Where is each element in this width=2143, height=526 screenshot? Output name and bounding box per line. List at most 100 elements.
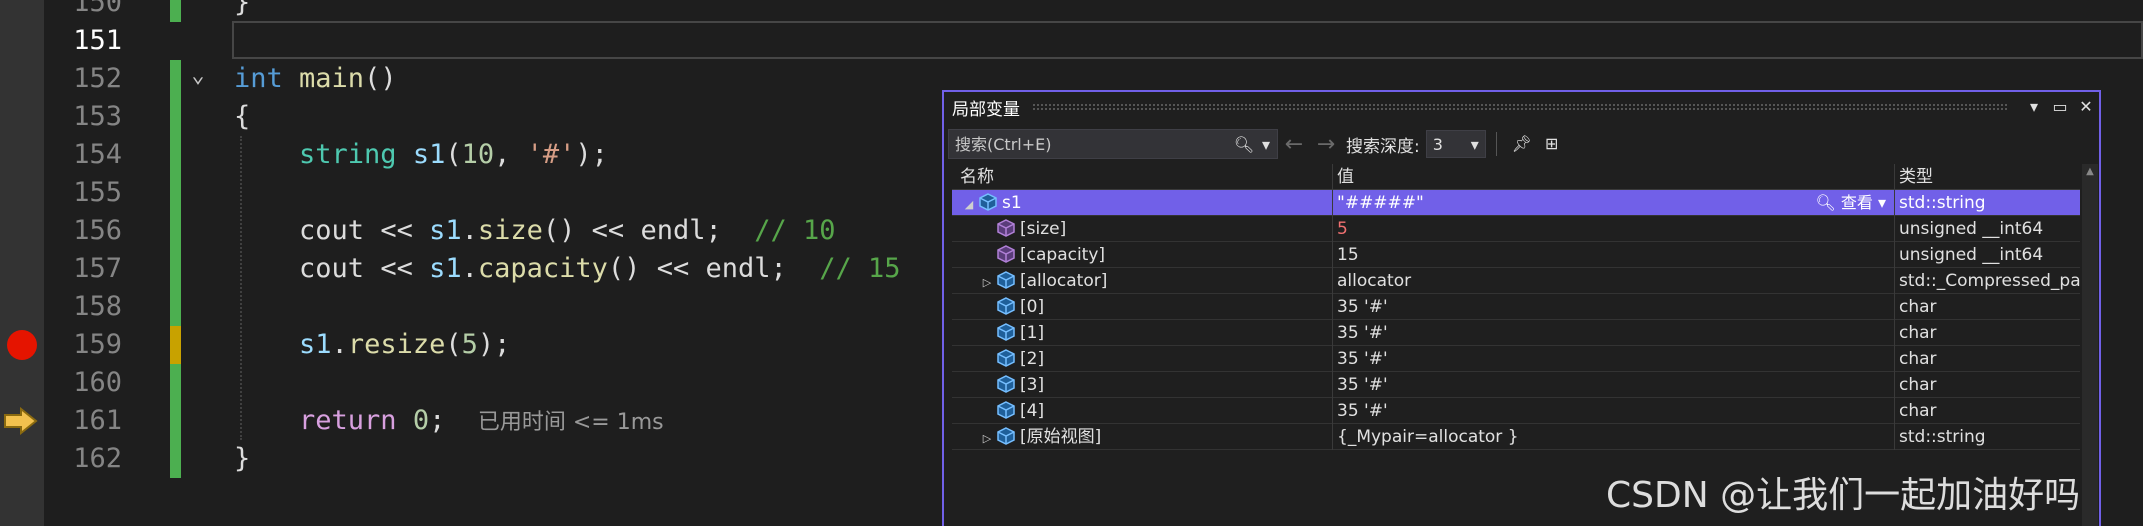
locals-value-cell[interactable]: 35 '#' [1332,346,1892,372]
object-cube-icon [996,271,1016,289]
locals-value-cell[interactable]: 35 '#' [1332,320,1892,346]
object-cube-icon [996,349,1016,367]
vertical-scrollbar[interactable]: ▲ [2082,164,2098,526]
code-line[interactable]: cout << s1.size() << endl; // 10 [234,212,836,250]
variable-value: 35 '#' [1337,375,1388,395]
maximize-icon[interactable]: ▭ [2047,94,2073,120]
expand-toggle-icon[interactable]: ▷ [978,270,996,294]
search-back-arrow-icon[interactable]: ← [1278,132,1310,157]
code-line[interactable]: { [234,98,250,136]
locals-window[interactable]: 局部变量 ▾ ▭ ✕ 🔍︎ ▾ ← → 搜索深度: 3 ▾ 📌︎ ⊞ 名称 值 … [942,90,2101,526]
fold-chevron-icon[interactable]: ⌄ [184,62,212,90]
line-number: 160 [73,367,122,398]
expand-toggle-icon[interactable]: ◢ [960,192,978,216]
search-icon[interactable]: 🔍︎ [1233,135,1255,154]
scroll-up-icon[interactable]: ▲ [2082,164,2098,180]
code-token: cout [234,215,381,246]
code-token: string [234,139,413,170]
code-token: ; [705,215,755,246]
code-line[interactable]: } [234,0,250,22]
object-cube-icon [996,297,1016,315]
window-menu-icon[interactable]: ▾ [2021,94,2047,120]
locals-row[interactable]: [capacity] 15 unsigned __int64 [952,242,2080,268]
locals-value-cell[interactable]: "#####" 🔍︎ 查看 ▾ [1332,190,1892,216]
code-token: ; [770,253,820,284]
locals-row[interactable]: ▷ [allocator] allocator std::_Compressed_pa… [952,268,2080,294]
title-grip[interactable] [1032,103,2009,111]
breakpoint-icon[interactable] [7,330,37,360]
column-name-header[interactable]: 名称 [952,164,1324,190]
locals-row[interactable]: ▷ [原始视图] {_Mypair=allocator } std::string [952,424,2080,450]
search-options-dropdown-icon[interactable]: ▾ [1255,135,1277,154]
locals-type-cell: char [1894,320,2080,346]
variable-value: 15 [1337,245,1359,265]
locals-value-cell[interactable]: allocator [1332,268,1892,294]
column-value-header[interactable]: 值 [1332,164,1892,190]
locals-row[interactable]: [3] 35 '#' char [952,372,2080,398]
instruction-pointer-arrow-icon [3,406,39,436]
code-token: s1 [429,253,462,284]
code-token: main [299,63,365,94]
locals-value-cell[interactable]: {_Mypair=allocator } [1332,424,1892,450]
code-line[interactable]: string s1(10, '#'); [234,136,608,174]
variable-value: 35 '#' [1337,401,1388,421]
expand-toggle-icon[interactable]: ▷ [978,426,996,450]
search-depth-select[interactable]: 3 ▾ [1425,130,1486,158]
text-visualizer-button[interactable]: 🔍︎ 查看 ▾ [1815,190,1886,216]
code-token: cout [234,253,381,284]
code-token: 5 [461,329,478,360]
code-token: << [380,215,430,246]
locals-name-cell: [0] [952,294,1324,320]
locals-row[interactable]: [1] 35 '#' char [952,320,2080,346]
variable-name: [原始视图] [1020,427,1102,447]
locals-value-cell[interactable]: 5 [1332,216,1892,242]
code-token: 10 [461,139,495,170]
change-indicator [170,440,181,478]
change-indicator [170,402,181,440]
code-token: () [364,63,397,94]
locals-value-cell[interactable]: 35 '#' [1332,372,1892,398]
change-indicator [170,288,181,326]
code-line[interactable]: cout << s1.capacity() << endl; // 15 [234,250,901,288]
locals-value-cell[interactable]: 35 '#' [1332,294,1892,320]
search-forward-arrow-icon[interactable]: → [1310,132,1342,157]
change-indicator [170,250,181,288]
object-cube-icon [996,323,1016,341]
change-indicator [170,326,181,364]
locals-value-cell[interactable]: 35 '#' [1332,398,1892,424]
locals-row[interactable]: [4] 35 '#' char [952,398,2080,424]
code-token: ); [477,329,511,360]
code-line[interactable]: return 0; 已用时间 <= 1ms [234,402,664,440]
column-type-header[interactable]: 类型 [1894,164,2080,190]
chevron-down-icon: ▾ [1872,193,1886,212]
toolbar-separator [1495,132,1497,156]
change-indicator [170,0,181,22]
chevron-down-icon: ▾ [1470,134,1479,154]
pin-icon[interactable]: 📌︎ [1507,130,1537,158]
code-token: << [380,253,430,284]
line-number: 152 [73,63,122,94]
magnifier-icon: 🔍︎ [1815,193,1841,212]
locals-row[interactable]: [size] 5 unsigned __int64 [952,216,2080,242]
locals-row[interactable]: [0] 35 '#' char [952,294,2080,320]
code-line[interactable]: int main() [234,60,397,98]
change-indicator [170,60,181,98]
code-token: () << [542,215,641,246]
code-token: ); [575,139,608,170]
line-number: 154 [73,139,122,170]
locals-value-cell[interactable]: 15 [1332,242,1892,268]
locals-row[interactable]: ◢ s1 "#####" 🔍︎ 查看 ▾ std::string [952,190,2080,216]
search-box[interactable]: 🔍︎ ▾ [948,129,1278,159]
locals-row[interactable]: [2] 35 '#' char [952,346,2080,372]
code-line[interactable]: } [234,440,250,478]
code-token: // 15 [819,253,901,284]
code-line[interactable]: s1.resize(5); [234,326,510,364]
close-icon[interactable]: ✕ [2073,94,2099,120]
locals-grid[interactable]: 名称 值 类型 ◢ s1 "#####" 🔍︎ 查看 ▾ std::string [siz… [952,164,2080,450]
search-input[interactable] [949,130,1233,158]
hex-display-icon[interactable]: ⊞ [1537,130,1567,158]
elapsed-time-hint: 已用时间 <= 1ms [477,410,664,435]
glyph-margin[interactable] [0,0,44,526]
code-token: size [477,215,543,246]
locals-title-bar[interactable]: 局部变量 ▾ ▭ ✕ [944,92,2099,122]
